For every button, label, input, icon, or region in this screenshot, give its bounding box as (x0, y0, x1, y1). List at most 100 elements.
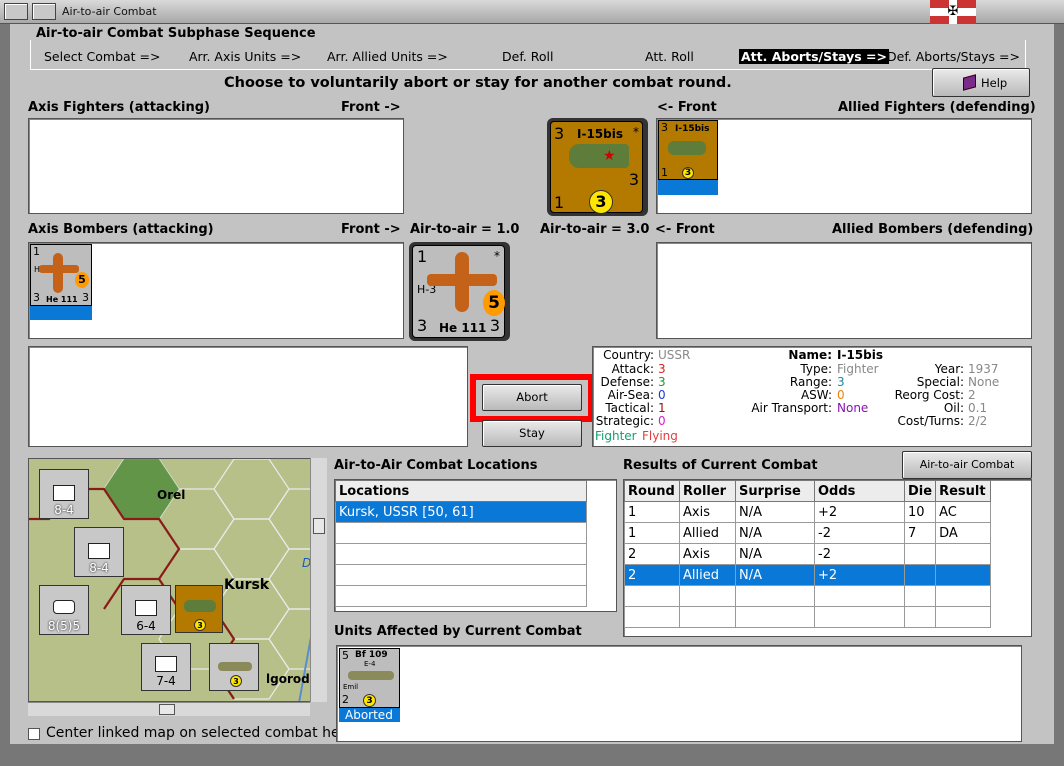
results-title: Results of Current Combat (623, 458, 818, 473)
unit-status-bar (30, 306, 92, 320)
axis-bomber-unit[interactable]: 1 H-3 5 3 He 111 3 (30, 244, 92, 320)
results-table: Round Roller Surprise Odds Die Result 1A… (624, 480, 992, 628)
info-fighter-tag: Fighter (595, 429, 637, 443)
window-frame-bottom (0, 744, 1064, 766)
map-horizontal-scrollbar[interactable] (28, 702, 310, 716)
phase-step-att-roll: Att. Roll (645, 49, 694, 64)
result-row-selected[interactable]: 2 Allied N/A +2 (624, 564, 992, 586)
affected-title: Units Affected by Current Combat (334, 624, 582, 639)
map-unit-hq[interactable]: 8(5)5 (39, 585, 89, 635)
abort-button[interactable]: Abort (482, 384, 582, 411)
allied-bombers-label: Allied Bombers (defending) (832, 222, 1034, 237)
biplane-icon-small (668, 141, 706, 155)
stay-button[interactable]: Stay (482, 420, 582, 447)
axis-fighters-label: Axis Fighters (attacking) (28, 100, 210, 115)
phase-step-def-aborts: Def. Aborts/Stays => (887, 49, 1020, 64)
info-reorg: 2 (968, 388, 976, 402)
plane-icon (218, 662, 252, 671)
axis-air-to-air-value: Air-to-air = 1.0 (410, 222, 520, 237)
help-button[interactable]: Help (932, 68, 1030, 97)
info-airsea: 0 (658, 388, 666, 402)
info-country: USSR (658, 348, 691, 362)
flag-icon: ✠ (930, 0, 976, 24)
locations-table: Locations Kursk, USSR [50, 61] (335, 480, 587, 607)
map-unit-fighter[interactable]: 3 (209, 643, 259, 691)
info-name: I-15bis (837, 348, 883, 362)
info-year: 1937 (968, 362, 999, 376)
map-unit-infantry[interactable]: 8-4 (39, 469, 89, 519)
red-star-icon: ★ (603, 148, 616, 164)
allied-fighter-unit[interactable]: 3 I-15bis 1 3 (658, 120, 718, 196)
map-vertical-scrollbar[interactable] (310, 458, 327, 702)
instruction-text: Choose to voluntarily abort or stay for … (224, 75, 732, 91)
allied-air-to-air-value: Air-to-air = 3.0 (540, 222, 650, 237)
infantry-icon (135, 600, 157, 616)
hq-icon (53, 600, 75, 614)
front-label-axis-fighters: Front -> (341, 100, 401, 115)
infantry-icon (88, 543, 110, 559)
allied-bombers-box[interactable] (656, 242, 1032, 339)
phase-step-arr-allied: Arr. Allied Units => (327, 49, 448, 64)
title-bar (0, 0, 1064, 24)
info-special: None (968, 375, 1000, 389)
info-transport: None (837, 401, 869, 415)
map-unit-infantry[interactable]: 7-4 (141, 643, 191, 691)
vertical-scroll-thumb[interactable] (313, 518, 325, 534)
axis-bombers-label: Axis Bombers (attacking) (28, 222, 214, 237)
phase-step-select: Select Combat => (44, 49, 161, 64)
biplane-icon (569, 144, 629, 168)
combat-chart-button[interactable]: Air-to-air Combat Chart (902, 451, 1032, 497)
bomber-icon-small (53, 253, 63, 293)
info-cost: 2/2 (968, 414, 988, 428)
phase-step-arr-axis: Arr. Axis Units => (189, 49, 302, 64)
center-map-checkbox[interactable] (28, 728, 40, 740)
selected-allied-fighter[interactable]: 3 I-15bis * 3 1 ★ 3 (547, 118, 648, 216)
map-unit-fighter[interactable]: 3 (175, 585, 223, 633)
phase-heading: Air-to-air Combat Subphase Sequence (36, 26, 316, 41)
window-title: Air-to-air Combat (62, 5, 157, 18)
selected-axis-bomber[interactable]: 1 * H-3 5 3 He 111 3 (409, 242, 510, 341)
info-flying-tag: Flying (642, 429, 678, 443)
info-range: 3 (837, 375, 845, 389)
map-unit-infantry[interactable]: 6-4 (121, 585, 171, 635)
infantry-icon (155, 656, 177, 672)
affected-units-box (336, 645, 1022, 742)
map-label-orel: Orel (157, 488, 186, 502)
location-row[interactable]: Kursk, USSR [50, 61] (335, 501, 587, 523)
aborted-status: Aborted (339, 708, 400, 722)
info-asw: 0 (837, 388, 845, 402)
phase-step-att-aborts: Att. Aborts/Stays => (739, 49, 889, 64)
unit-status-bar (658, 180, 718, 195)
map-label-belgorod: lgorod (266, 672, 310, 686)
result-row[interactable]: 1 Allied N/A -2 7 DA (624, 522, 992, 544)
system-menu-button[interactable] (4, 3, 28, 20)
help-book-icon (963, 74, 976, 91)
allied-fighters-label: Allied Fighters (defending) (838, 100, 1036, 115)
front-label-axis-bombers: Front -> (341, 222, 401, 237)
axis-fighters-box[interactable] (28, 118, 404, 214)
info-oil: 0.1 (968, 401, 988, 415)
map-unit-infantry[interactable]: 8-4 (74, 527, 124, 577)
result-row[interactable]: 2 Axis N/A -2 (624, 543, 992, 565)
linked-map[interactable]: Orel Kursk lgorod D 8-4 8-4 8(5)5 6-4 3 … (28, 458, 327, 702)
air-to-air-strength: 3 (589, 190, 613, 214)
info-defense: 3 (658, 375, 666, 389)
plane-icon (184, 600, 216, 612)
locations-header: Locations (335, 480, 587, 502)
affected-unit-bf109[interactable]: 5 Bf 109 E-4 Emil 2 3 Aborted (339, 648, 400, 722)
front-label-allied-fighters: <- Front (657, 100, 717, 115)
info-strategic: 0 (658, 414, 666, 428)
info-tactical: 1 (658, 401, 666, 415)
locations-title: Air-to-Air Combat Locations (334, 458, 538, 473)
front-label-allied-bombers: <- Front (655, 222, 715, 237)
map-label-kursk: Kursk (224, 577, 270, 593)
info-type: Fighter (837, 362, 879, 376)
horizontal-scroll-thumb[interactable] (159, 704, 175, 715)
infantry-icon (53, 485, 75, 501)
result-row[interactable]: 1 Axis N/A +2 10 AC (624, 501, 992, 523)
minimize-button[interactable] (32, 3, 56, 20)
notes-box (28, 346, 468, 447)
phase-step-def-roll: Def. Roll (502, 49, 554, 64)
info-attack: 3 (658, 362, 666, 376)
plane-icon (348, 671, 394, 680)
